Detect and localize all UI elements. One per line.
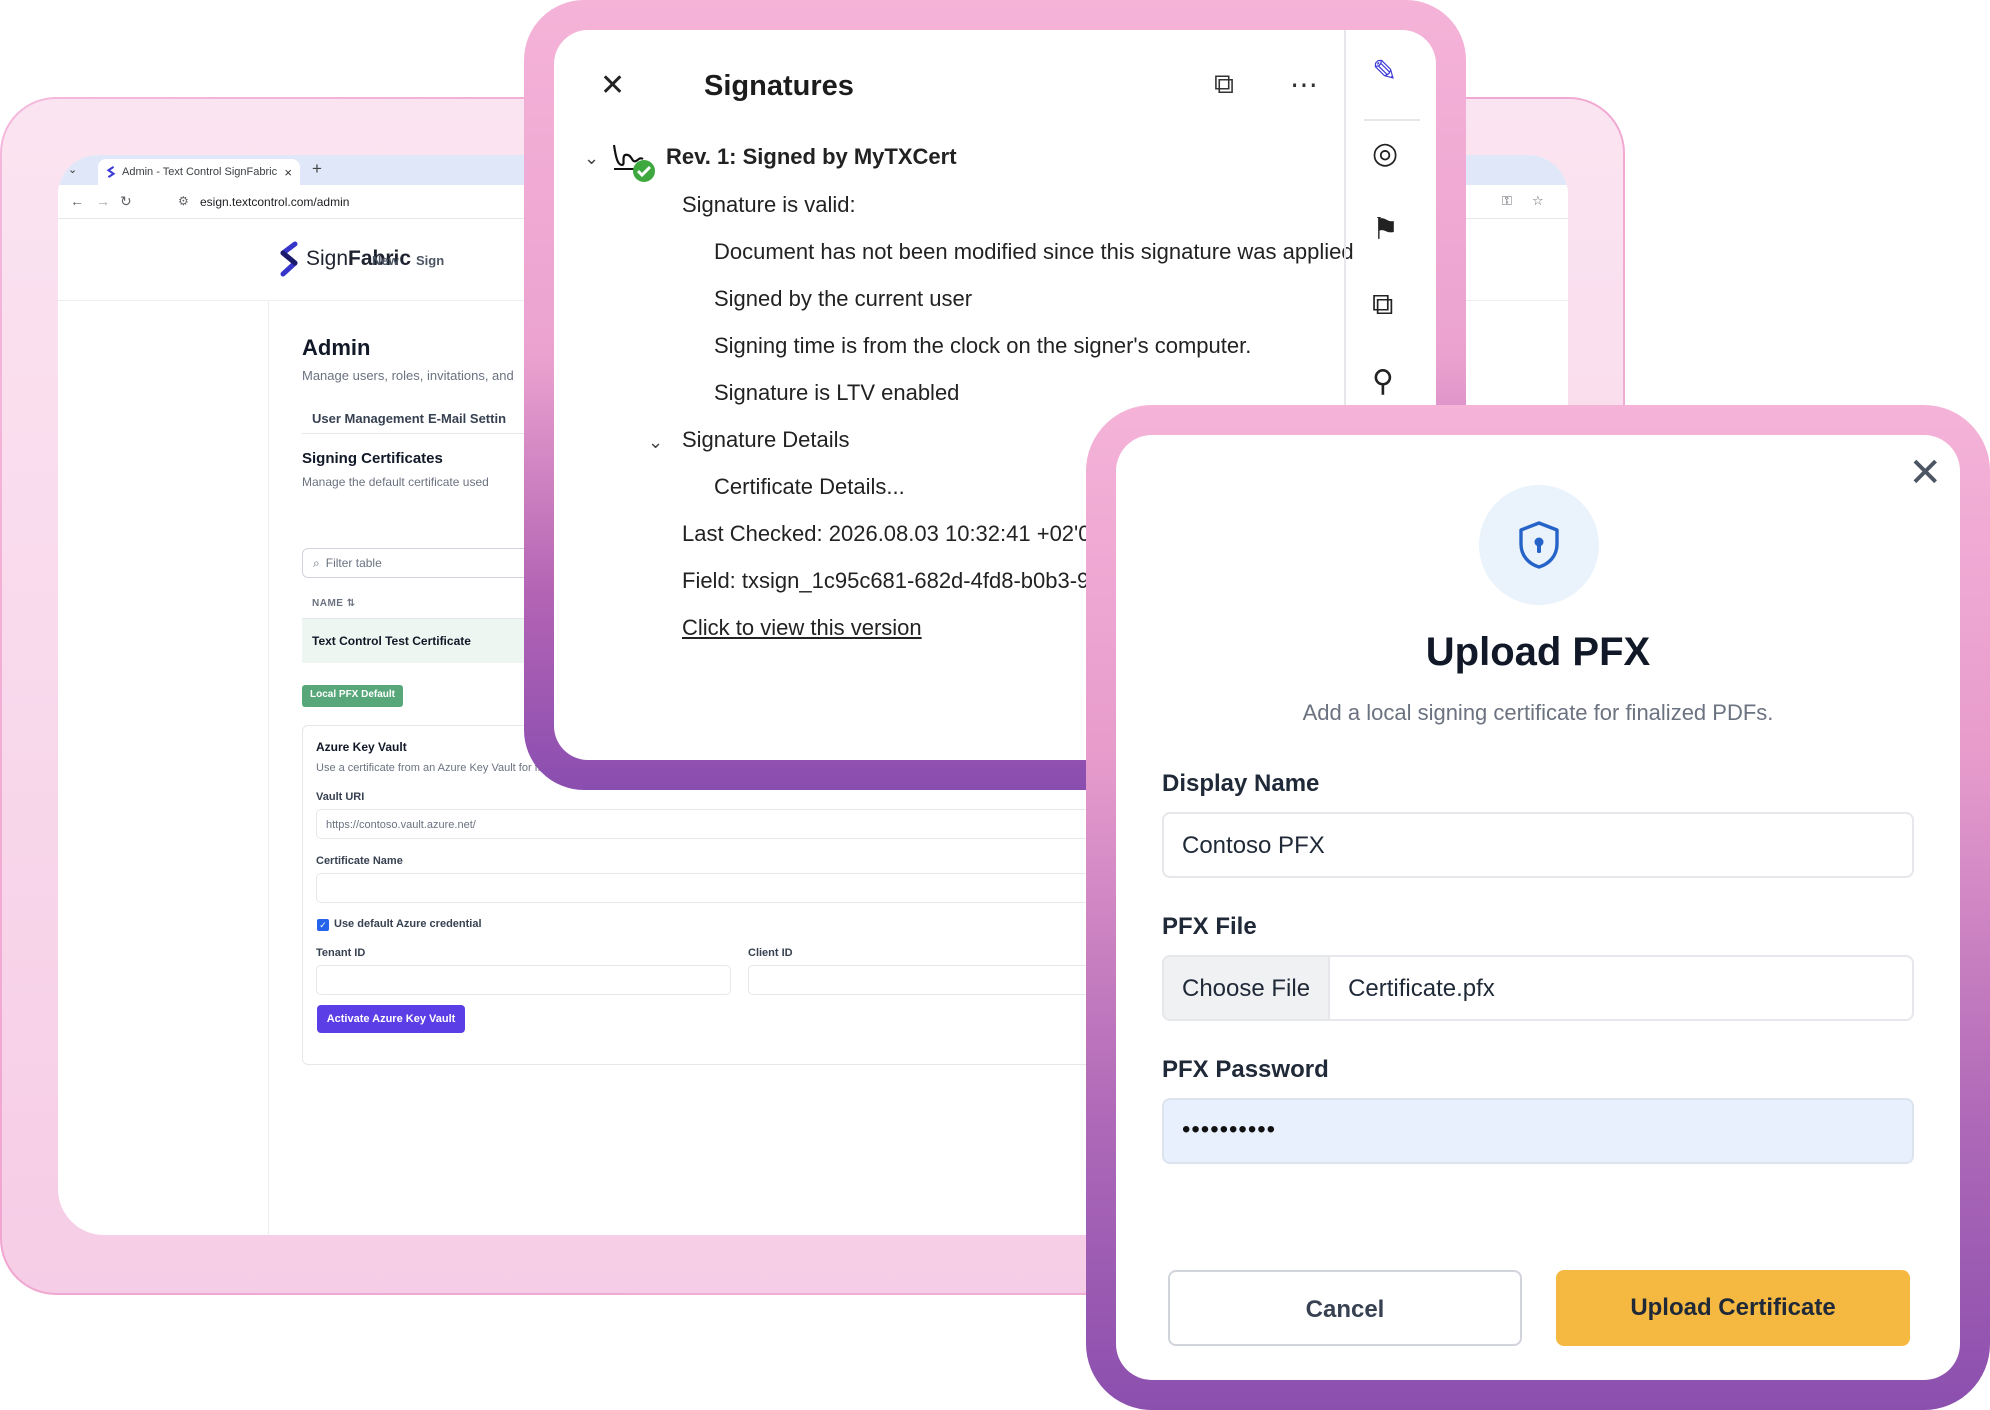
tab-user-management[interactable]: User Management [312, 411, 424, 426]
password-key-icon[interactable]: ⚿ [1502, 193, 1512, 209]
display-name-label: Display Name [1162, 770, 1320, 797]
tab-list-chevron-icon[interactable]: ⌄ [68, 163, 77, 176]
vault-uri-input[interactable]: https://contoso.vault.azure.net/ [316, 809, 1116, 839]
client-id-label: Client ID [748, 947, 793, 959]
signfabric-logo-icon [280, 241, 298, 277]
view-version-link[interactable]: Click to view this version [682, 615, 922, 641]
page-subtitle: Manage users, roles, invitations, and [302, 368, 514, 383]
selected-file-name: Certificate.pfx [1348, 975, 1495, 1002]
display-name-field[interactable]: Contoso PFX [1162, 812, 1914, 878]
tenant-id-input[interactable] [316, 965, 731, 995]
last-checked-text: Last Checked: 2026.08.03 10:32:41 +02'00… [682, 521, 1107, 546]
tab-close-icon[interactable]: × [284, 165, 292, 180]
shield-badge [1479, 485, 1599, 605]
more-options-icon[interactable]: ⋯ [1290, 68, 1318, 101]
check-not-modified: Document has not been modified since thi… [714, 239, 1354, 264]
tenant-id-label: Tenant ID [316, 947, 366, 959]
rail-divider [1364, 119, 1420, 121]
dialog-title: Upload PFX [1425, 630, 1651, 674]
logo-text-light: Sign [306, 247, 349, 270]
sidebar-divider [268, 301, 269, 1235]
nav-sign[interactable]: Sign [416, 253, 444, 268]
filter-table-input[interactable]: ⌕ Filter table [302, 548, 562, 578]
upload-pfx-dialog: ✕ Upload PFX Add a local signing certifi… [1116, 435, 1960, 1380]
field-name-text: Field: txsign_1c95c681-682d-4fd8-b0b3-9c… [682, 568, 1125, 593]
signatures-title: Signatures [704, 70, 854, 102]
revision-title[interactable]: Rev. 1: Signed by MyTXCert [666, 144, 957, 170]
default-credential-label: Use default Azure credential [334, 918, 482, 930]
search-icon: ⌕ [313, 555, 320, 570]
page-title: Admin [302, 335, 371, 360]
sort-icon[interactable]: ⇅ [347, 598, 356, 609]
bookmark-star-icon[interactable]: ☆ [1532, 193, 1544, 209]
pages-icon[interactable]: ⧉ [1372, 288, 1393, 322]
browser-tab-title: Admin - Text Control SignFabric [122, 166, 278, 178]
signature-valid-icon [612, 144, 655, 182]
new-tab-plus-icon[interactable]: + [312, 159, 322, 179]
browser-tab[interactable]: Admin - Text Control SignFabric × [98, 159, 300, 185]
vault-uri-label: Vault URI [316, 791, 365, 803]
chevron-down-icon[interactable]: ⌄ [584, 148, 599, 169]
details-chevron-down-icon[interactable]: ⌄ [648, 432, 663, 453]
site-info-icon[interactable]: ⚙ [178, 194, 189, 208]
forward-arrow-icon[interactable]: → [96, 193, 110, 209]
pfx-file-input[interactable]: Choose File Certificate.pfx [1162, 955, 1914, 1021]
cancel-button[interactable]: Cancel [1168, 1270, 1522, 1346]
column-name-label: NAME [312, 598, 344, 609]
filter-placeholder: Filter table [325, 556, 382, 570]
choose-file-button[interactable]: Choose File [1164, 957, 1331, 1019]
close-icon[interactable]: ✕ [600, 68, 625, 103]
pfx-file-label: PFX File [1162, 913, 1257, 940]
upload-certificate-button[interactable]: Upload Certificate [1556, 1270, 1910, 1346]
pfx-password-field[interactable]: •••••••••• [1162, 1098, 1914, 1164]
certificate-details-link[interactable]: Certificate Details... [714, 474, 905, 500]
dialog-subtitle: Add a local signing certificate for fina… [1302, 700, 1774, 725]
default-credential-checkbox[interactable]: ✓ [317, 919, 329, 931]
activate-azure-key-vault-button[interactable]: Activate Azure Key Vault [317, 1005, 465, 1033]
check-current-user: Signed by the current user [714, 286, 973, 311]
url-field[interactable]: esign.textcontrol.com/admin [200, 195, 349, 209]
reload-icon[interactable]: ↻ [120, 193, 132, 210]
tab-email-settings[interactable]: E-Mail Settin [428, 411, 506, 426]
check-signing-time: Signing time is from the clock on the si… [714, 333, 1252, 358]
pfx-password-label: PFX Password [1162, 1056, 1329, 1083]
signature-details-toggle[interactable]: Signature Details [682, 427, 850, 453]
check-ltv-enabled: Signature is LTV enabled [714, 380, 960, 405]
attachment-icon[interactable]: ⚲ [1372, 364, 1394, 399]
shield-lock-icon [1519, 521, 1559, 569]
bookmark-icon[interactable]: ⚑ [1372, 212, 1399, 247]
signfabric-favicon-icon [106, 166, 116, 178]
azure-key-vault-title: Azure Key Vault [316, 740, 407, 754]
nav-new[interactable]: New [372, 253, 399, 268]
signing-certificates-subtitle: Manage the default certificate used [302, 475, 489, 489]
validate-all-icon[interactable]: ⧉ [1214, 68, 1234, 101]
fill-sign-icon[interactable]: ✎ [1372, 54, 1397, 89]
status-badge: Local PFX Default [302, 685, 404, 707]
back-arrow-icon[interactable]: ← [70, 193, 84, 209]
close-icon[interactable]: ✕ [1908, 453, 1942, 493]
upload-dialog-frame: ✕ Upload PFX Add a local signing certifi… [1086, 405, 1990, 1410]
certificate-name-input[interactable] [316, 873, 1116, 903]
signature-valid-text: Signature is valid: [682, 192, 856, 217]
signing-certificates-title: Signing Certificates [302, 450, 443, 467]
certificate-name-label: Certificate Name [316, 855, 403, 867]
comment-icon[interactable]: ◎ [1372, 136, 1398, 171]
